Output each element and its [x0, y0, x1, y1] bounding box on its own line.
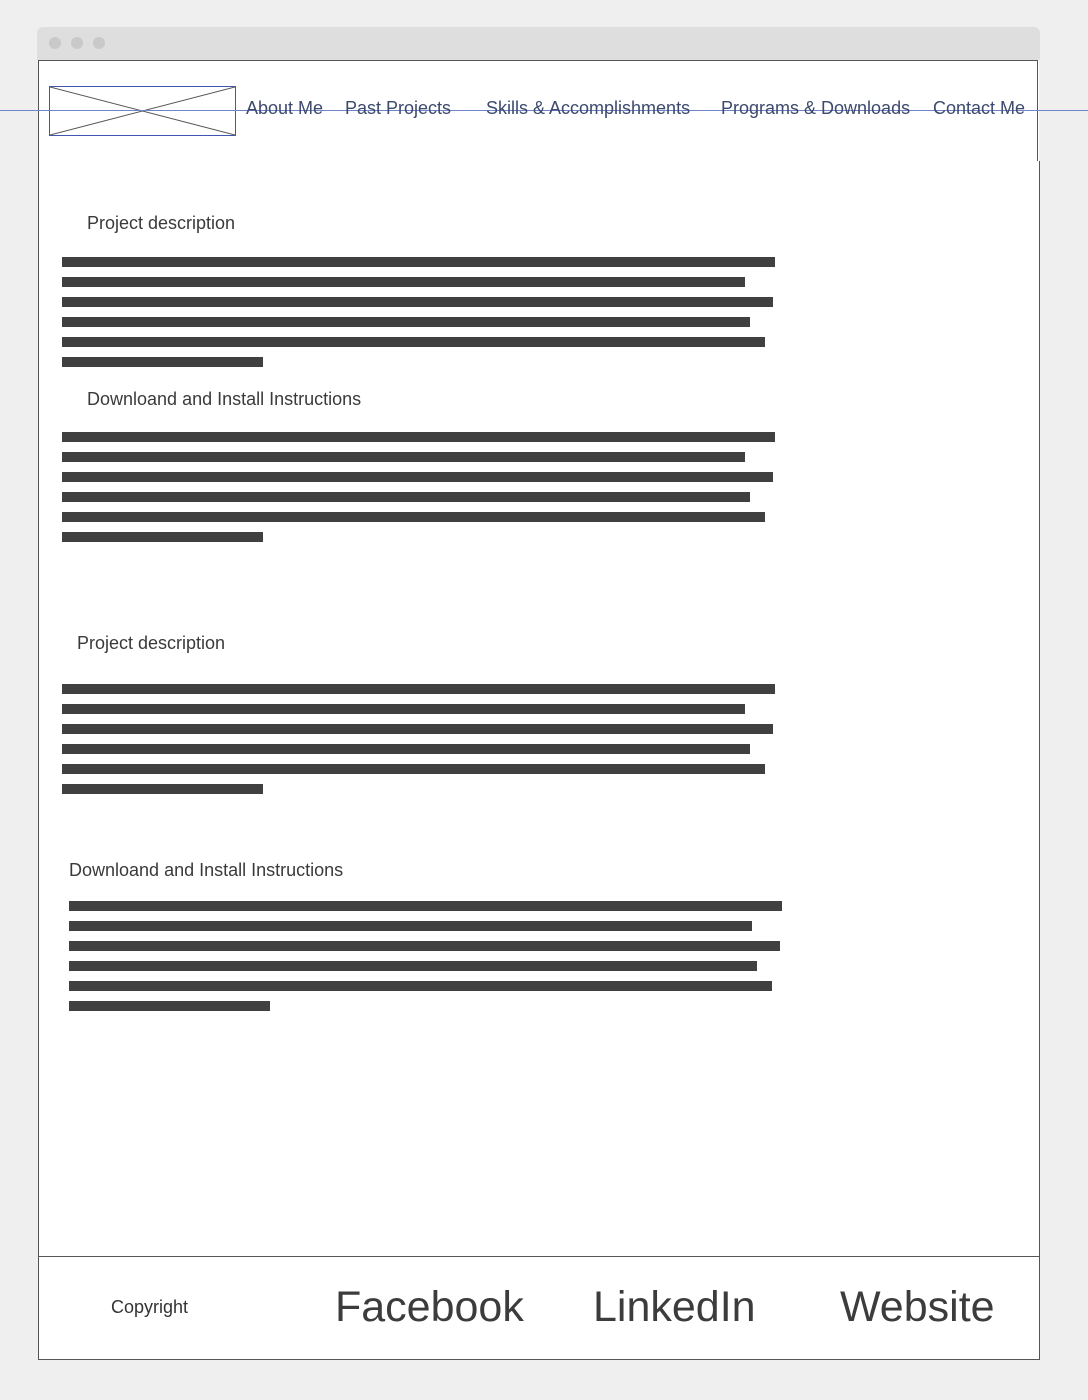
text-line-placeholder [62, 764, 765, 774]
section-heading-install-instructions: Downloand and Install Instructions [87, 389, 362, 409]
text-line-placeholder [62, 277, 745, 287]
text-line-placeholder [62, 472, 773, 482]
text-line-placeholder [62, 337, 765, 347]
nav-past-projects[interactable]: Past Projects [345, 98, 451, 119]
text-line-placeholder [69, 1001, 270, 1011]
section-heading-install-instructions: Downloand and Install Instructions [69, 860, 344, 880]
section-heading-project-description: Project description [87, 213, 236, 233]
copyright-text: Copyright [111, 1297, 189, 1317]
text-line-placeholder [62, 452, 745, 462]
text-line-placeholder [62, 704, 745, 714]
facebook-link[interactable]: Facebook [335, 1283, 524, 1332]
text-line-placeholder [62, 432, 775, 442]
text-line-placeholder [62, 317, 750, 327]
nav-contact-me[interactable]: Contact Me [933, 98, 1025, 119]
text-line-placeholder [69, 901, 782, 911]
text-line-placeholder [62, 357, 263, 367]
text-line-placeholder [62, 297, 773, 307]
logo-image-placeholder[interactable] [49, 86, 236, 136]
window-minimize-dot[interactable] [71, 37, 83, 49]
text-line-placeholder [62, 512, 765, 522]
text-line-placeholder [62, 532, 263, 542]
text-line-placeholder [62, 724, 773, 734]
nav-programs-downloads[interactable]: Programs & Downloads [721, 98, 910, 119]
image-placeholder-icon [49, 86, 236, 136]
window-maximize-dot[interactable] [93, 37, 105, 49]
text-line-placeholder [62, 784, 263, 794]
linkedin-link[interactable]: LinkedIn [593, 1283, 756, 1332]
website-link[interactable]: Website [840, 1283, 995, 1332]
text-line-placeholder [62, 257, 775, 267]
window-close-dot[interactable] [49, 37, 61, 49]
text-line-placeholder [69, 961, 757, 971]
window-title-bar [37, 27, 1040, 60]
text-line-placeholder [62, 684, 775, 694]
text-line-placeholder [69, 941, 780, 951]
text-line-placeholder [69, 981, 772, 991]
text-line-placeholder [62, 492, 750, 502]
text-line-placeholder [69, 921, 752, 931]
nav-skills-accomplishments[interactable]: Skills & Accomplishments [486, 98, 690, 119]
text-line-placeholder [62, 744, 750, 754]
section-heading-project-description: Project description [77, 633, 226, 653]
nav-about-me[interactable]: About Me [246, 98, 323, 119]
